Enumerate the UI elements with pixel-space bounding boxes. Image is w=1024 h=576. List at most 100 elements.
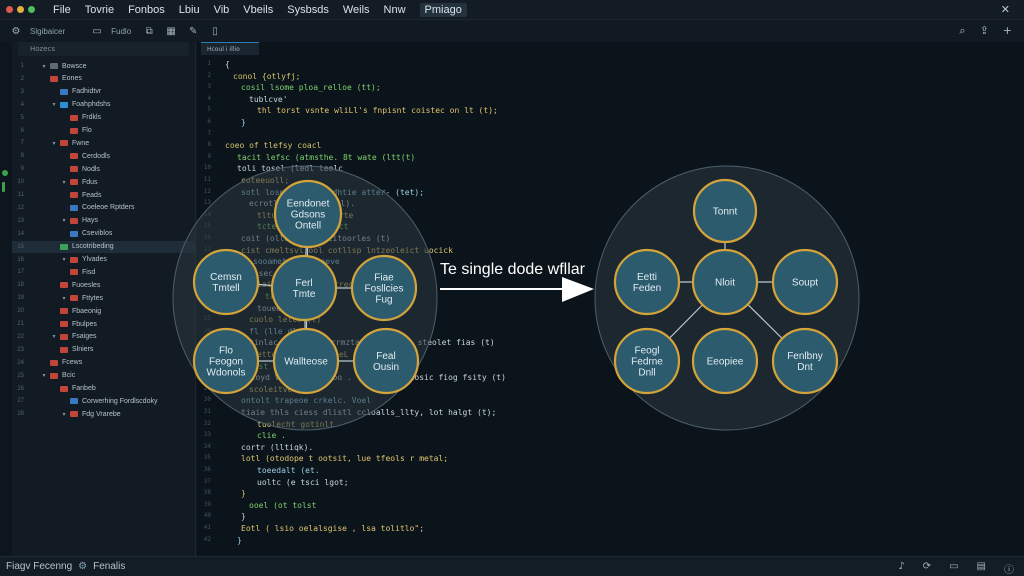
sync-icon[interactable]: ⟳ — [923, 561, 931, 576]
menu-tovrie[interactable]: Tovrie — [85, 4, 114, 16]
tree-item[interactable]: 13 ▾ Hays — [12, 215, 196, 227]
chevron-icon[interactable]: ▾ — [50, 140, 58, 147]
layout-icon[interactable]: ▭ — [949, 561, 958, 576]
folder-icon — [70, 411, 78, 418]
tree-item[interactable]: 27 Corwerhing Fordlscdoky — [12, 395, 196, 407]
chevron-icon[interactable]: ▾ — [50, 333, 58, 340]
tree-item[interactable]: 10 ▾ Fdus — [12, 176, 196, 188]
menu-pmiago[interactable]: Pmiago — [419, 2, 467, 17]
tree-item[interactable]: 9 Nodls — [12, 163, 196, 175]
menu-vbeils[interactable]: Vbeils — [243, 4, 273, 16]
add-icon[interactable]: + — [1003, 24, 1012, 38]
chevron-icon[interactable]: ▾ — [60, 217, 68, 224]
tree-item[interactable]: 15 Lscotribeding — [12, 240, 196, 253]
tree-item[interactable]: 28 ▾ Fdg Vrarebe — [12, 408, 196, 420]
code-line[interactable]: 33 clie . — [197, 431, 617, 442]
bell-icon[interactable]: ♪ — [898, 561, 904, 576]
menu-lbiu[interactable]: Lbiu — [179, 4, 200, 16]
code-line[interactable]: 9 tacit lefsc (atmsthe. 8t wate (ltt(t) — [197, 153, 617, 164]
git-icon[interactable] — [2, 170, 8, 176]
chevron-icon[interactable]: ▾ — [60, 411, 68, 418]
menu-file[interactable]: File — [53, 4, 71, 16]
tree-item[interactable]: 18 Fuoesles — [12, 279, 196, 291]
left-node-label: Gdsons — [291, 210, 325, 221]
tree-item[interactable]: 24 Fcews — [12, 357, 196, 369]
code-line-text: conol {otlyfj; — [233, 71, 301, 81]
tree-item[interactable]: 21 Fbulpes — [12, 318, 196, 330]
settings-icon[interactable]: ⚙ — [10, 26, 22, 37]
tree-item[interactable]: 11 Feads — [12, 189, 196, 201]
code-line[interactable]: 7 — [197, 130, 617, 141]
chevron-icon[interactable]: ▾ — [50, 101, 58, 108]
grid-icon[interactable]: ▦ — [165, 26, 177, 37]
code-line[interactable]: 40} — [197, 512, 617, 523]
window-close-icon[interactable]: ✕ — [1001, 3, 1010, 16]
panel-icon[interactable]: ▯ — [209, 26, 221, 37]
code-line[interactable]: 37 uoltc (e tsci lgot; — [197, 478, 617, 489]
chevron-icon[interactable]: ▾ — [40, 63, 48, 70]
code-line[interactable]: 2 conol {otlyfj; — [197, 72, 617, 83]
tab-active-file[interactable]: Hcoul i illio — [201, 42, 259, 55]
tree-item[interactable]: 5 Frdkls — [12, 112, 196, 124]
menu-vib[interactable]: Vib — [214, 4, 230, 16]
split-icon[interactable]: ⧉ — [143, 26, 155, 37]
chevron-icon[interactable]: ▾ — [60, 295, 68, 302]
right-node-label: Eeopiee — [707, 357, 744, 368]
close-dot-icon[interactable] — [6, 6, 13, 13]
edit-icon[interactable]: ✎ — [187, 26, 199, 37]
chevron-icon[interactable]: ▾ — [60, 179, 68, 186]
maximize-dot-icon[interactable] — [28, 6, 35, 13]
menu-nnw[interactable]: Nnw — [384, 4, 406, 16]
code-line[interactable]: 34 cortr (lltiqk). — [197, 443, 617, 454]
tree-item[interactable]: 20 Fbaeonig — [12, 305, 196, 317]
info-icon[interactable]: ⓘ — [1004, 561, 1014, 576]
chevron-icon[interactable]: ▾ — [60, 256, 68, 263]
status-settings-icon[interactable]: ⚙ — [78, 561, 87, 572]
code-line[interactable]: 38} — [197, 489, 617, 500]
tree-item[interactable]: 6 Flo — [12, 125, 196, 137]
tree-item-label: Fcews — [62, 359, 83, 367]
code-line[interactable]: 3 cosil lsome ploa_relloe (tt); — [197, 83, 617, 94]
tree-item[interactable]: 14 Cseviblos — [12, 228, 196, 240]
chevron-icon[interactable]: ▾ — [40, 372, 48, 379]
code-line[interactable]: 8 coeo of tlefsy coacl — [197, 141, 617, 152]
tree-item-label: Ylvades — [82, 256, 107, 263]
menu-fonbos[interactable]: Fonbos — [128, 4, 165, 16]
code-line[interactable]: 6} — [197, 118, 617, 129]
code-line[interactable]: 5 thl torst vsnte wliLl's fnpisnt coistec… — [197, 106, 617, 117]
code-line-text: } — [241, 118, 246, 127]
terminal-icon[interactable]: ▤ — [977, 561, 986, 576]
tree-item[interactable]: 16 ▾ Ylvades — [12, 254, 196, 266]
tree-item[interactable]: 2 Eones — [12, 73, 196, 85]
status-right-label[interactable]: Fenalis — [93, 561, 125, 572]
code-line[interactable]: 36 toeedalt (et. — [197, 466, 617, 477]
code-line[interactable]: 39 ooel (ot tolst — [197, 501, 617, 512]
tree-item[interactable]: 22 ▾ Fsaiges — [12, 331, 196, 343]
tree-item[interactable]: 3 Fadhidtvr — [12, 86, 196, 98]
tree-item[interactable]: 19 ▾ Fttytes — [12, 292, 196, 304]
tree-item[interactable]: 8 Cerdodls — [12, 150, 196, 162]
tree-line-number: 18 — [17, 282, 24, 289]
menu-sysbsds[interactable]: Sysbsds — [287, 4, 329, 16]
folder-icon — [70, 269, 78, 276]
code-line[interactable]: 4 tublcve' — [197, 95, 617, 106]
code-line[interactable]: 1{ — [197, 60, 617, 71]
tree-item[interactable]: 26 Fanbeb — [12, 383, 196, 395]
folder-icon[interactable]: ▭ — [91, 26, 103, 37]
code-line[interactable]: 42} — [197, 536, 617, 547]
menu-weils[interactable]: Weils — [343, 4, 370, 16]
tree-item[interactable]: 4 ▾ Foahphdshs — [12, 99, 196, 111]
tree-item[interactable]: 1 ▾ Bowsce — [12, 60, 196, 72]
code-line[interactable]: 41 Eotl ( lsio oelalsgise , lsa tolitlo"; — [197, 524, 617, 535]
tree-item-label: Fdus — [82, 178, 98, 186]
tree-item[interactable]: 7 ▾ Fwne — [12, 137, 196, 149]
search-icon[interactable]: ⌕ — [959, 24, 965, 38]
tree-item[interactable]: 12 Coeleoe Rptders — [12, 202, 196, 214]
tree-line-number: 22 — [17, 333, 24, 340]
share-icon[interactable]: ⇪ — [980, 24, 989, 38]
tree-item[interactable]: 17 Fisd — [12, 266, 196, 278]
tree-item[interactable]: 25 ▾ Bcic — [12, 370, 196, 382]
minimize-dot-icon[interactable] — [17, 6, 24, 13]
tree-item[interactable]: 23 Slniers — [12, 344, 196, 356]
code-line[interactable]: 35 lotl (otodope t ootsit, lue tfeols r m… — [197, 454, 617, 465]
